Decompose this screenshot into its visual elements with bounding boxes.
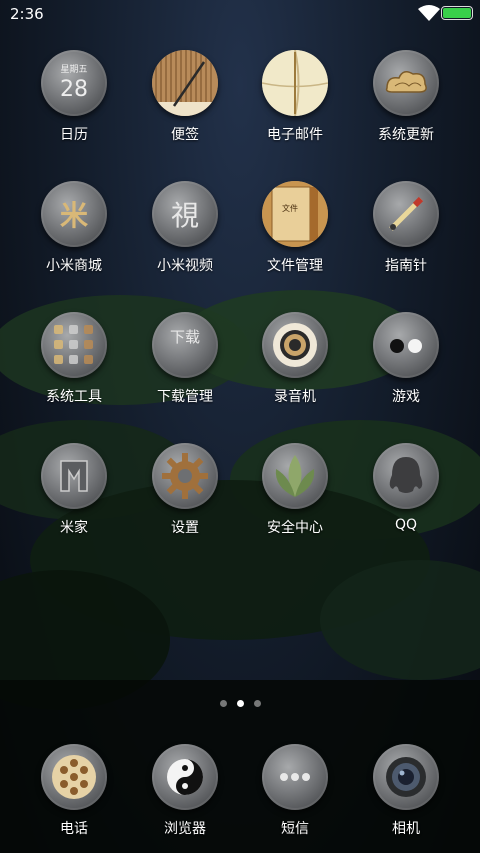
battery-icon (441, 6, 473, 20)
app-label: 安全中心 (267, 520, 323, 536)
app-camera[interactable]: 相机 (351, 744, 461, 849)
compass-icon (373, 181, 439, 247)
app-download[interactable]: 下载 下载管理 (130, 312, 240, 417)
settings-gear-icon (152, 443, 218, 509)
app-label: 小米视频 (157, 258, 213, 274)
video-glyph: 視 (171, 199, 199, 232)
app-label: 游戏 (392, 389, 420, 405)
mijia-icon (41, 443, 107, 509)
download-glyph: 下载 (170, 328, 200, 346)
app-label: 电话 (60, 821, 88, 837)
calendar-day: 28 (60, 77, 88, 102)
camera-icon (373, 744, 439, 810)
app-compass[interactable]: 指南针 (351, 181, 461, 286)
file-manager-icon: 文件 (262, 181, 328, 247)
app-label: 指南针 (385, 258, 427, 274)
browser-yinyang-icon (152, 744, 218, 810)
qq-icon (373, 443, 439, 509)
file-glyph: 文件 (282, 203, 298, 213)
app-phone[interactable]: 电话 (19, 744, 129, 849)
page-dot[interactable] (219, 700, 227, 707)
mi-store-icon: 米 (41, 181, 107, 247)
status-clock: 2:36 (10, 5, 44, 23)
update-cloud-icon (373, 50, 439, 116)
tools-folder-icon (41, 312, 107, 378)
app-label: 系统工具 (46, 389, 102, 405)
app-file-manager[interactable]: 文件 文件管理 (240, 181, 350, 286)
app-mijia[interactable]: 米家 (19, 443, 129, 548)
app-label: 设置 (171, 520, 199, 536)
app-label: 米家 (60, 520, 88, 536)
app-label: 小米商城 (46, 258, 102, 274)
app-label: 录音机 (274, 389, 316, 405)
video-icon: 視 (152, 181, 218, 247)
app-label: 下载管理 (157, 389, 213, 405)
app-game[interactable]: 游戏 (351, 312, 461, 417)
wifi-icon (418, 5, 440, 21)
app-video[interactable]: 視 小米视频 (130, 181, 240, 286)
app-mi-store[interactable]: 米 小米商城 (19, 181, 129, 286)
calendar-weekday: 星期五 (60, 64, 87, 75)
app-label: 文件管理 (267, 258, 323, 274)
download-icon: 下载 (152, 312, 218, 378)
app-label: 便签 (171, 127, 199, 143)
messages-icon (262, 744, 328, 810)
status-bar: 2:36 (0, 0, 480, 28)
phone-icon (41, 744, 107, 810)
notes-icon (152, 50, 218, 116)
app-notes[interactable]: 便签 (130, 50, 240, 155)
page-dot[interactable] (253, 700, 261, 707)
app-email[interactable]: 电子邮件 (240, 50, 350, 155)
calendar-icon: 星期五 28 (41, 50, 107, 116)
recorder-icon (262, 312, 328, 378)
app-calendar[interactable]: 星期五 28 日历 (19, 50, 129, 155)
security-leaf-icon (262, 443, 328, 509)
app-label: 相机 (392, 821, 420, 837)
page-dot[interactable] (236, 700, 244, 707)
app-qq[interactable]: QQ (351, 443, 461, 548)
app-label: 浏览器 (164, 821, 206, 837)
app-settings-gear[interactable]: 设置 (130, 443, 240, 548)
mi-store-glyph: 米 (60, 199, 88, 232)
page-indicator[interactable] (0, 700, 480, 707)
email-icon (262, 50, 328, 116)
app-label: 电子邮件 (267, 127, 323, 143)
app-label: 短信 (281, 821, 309, 837)
game-icon (373, 312, 439, 378)
app-security-leaf[interactable]: 安全中心 (240, 443, 350, 548)
app-browser-yinyang[interactable]: 浏览器 (130, 744, 240, 849)
app-recorder[interactable]: 录音机 (240, 312, 350, 417)
app-messages[interactable]: 短信 (240, 744, 350, 849)
app-label: QQ (394, 517, 418, 533)
app-update-cloud[interactable]: 系统更新 (351, 50, 461, 155)
app-tools-folder[interactable]: 系统工具 (19, 312, 129, 417)
app-label: 系统更新 (378, 127, 434, 143)
app-label: 日历 (60, 127, 88, 143)
